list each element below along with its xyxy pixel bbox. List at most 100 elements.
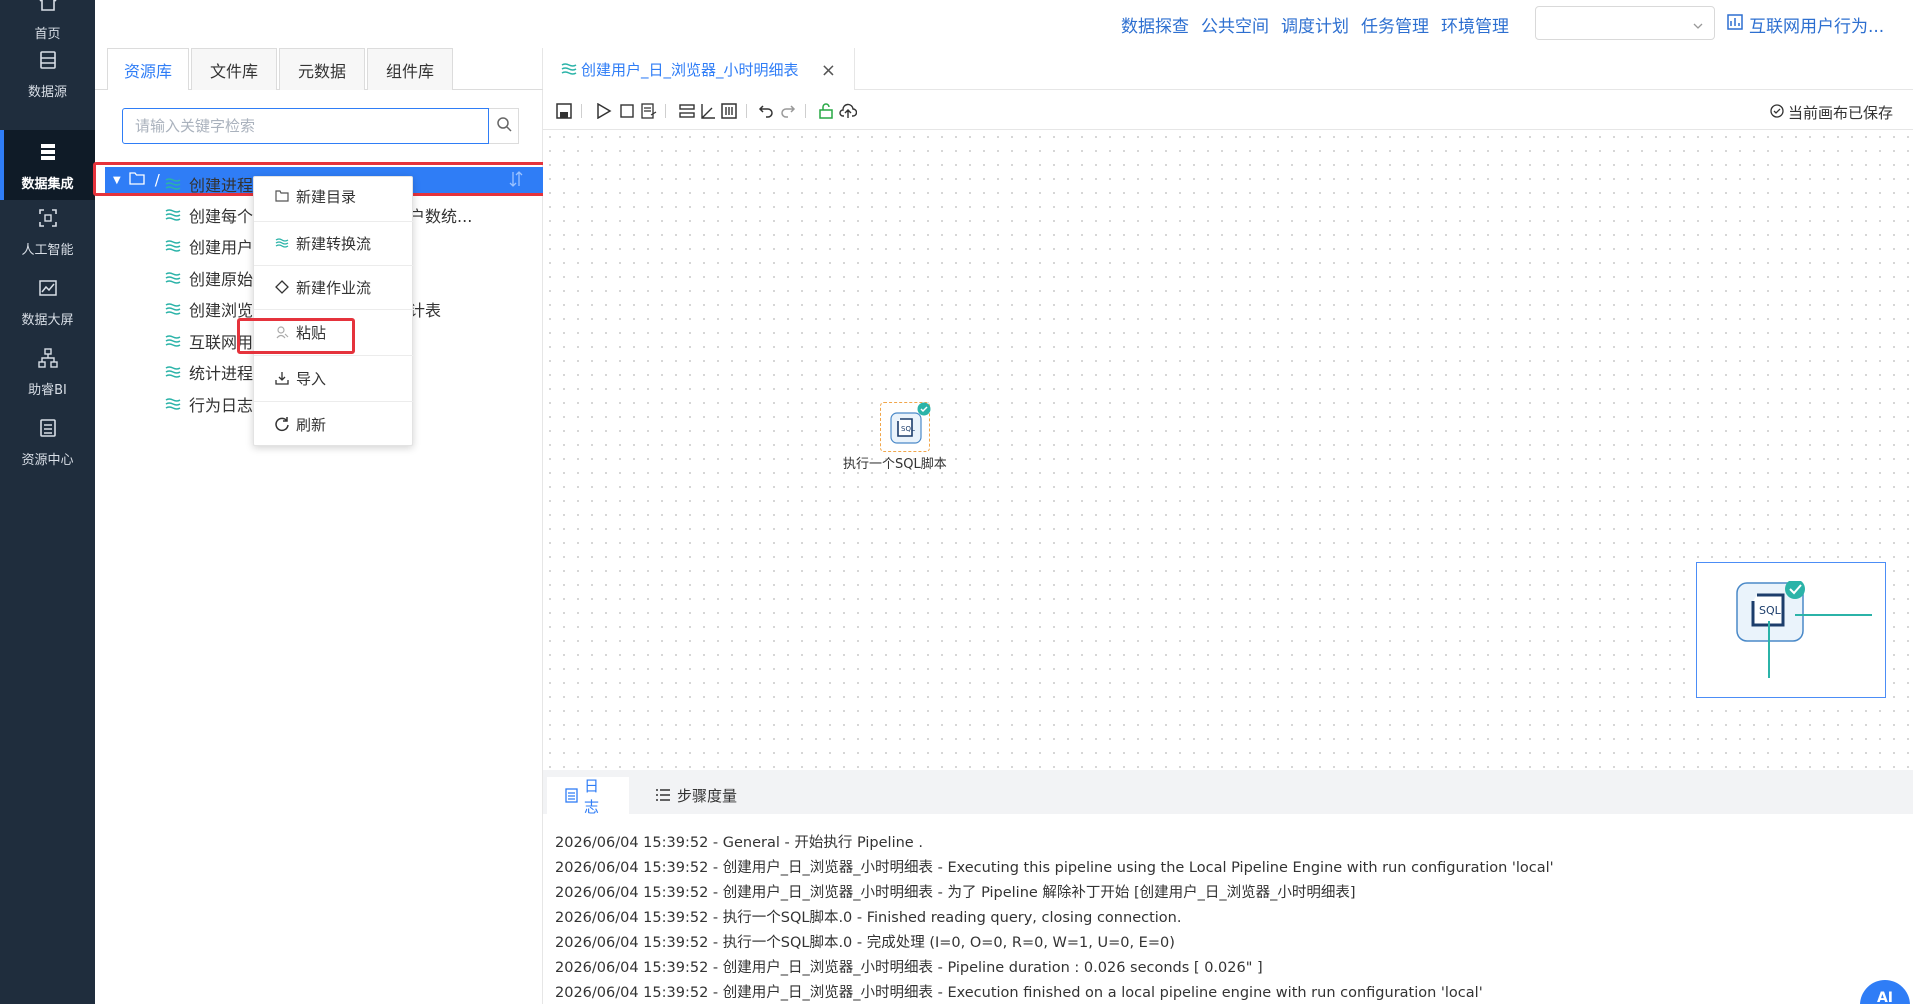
menu-item-label: 新建目录 (296, 187, 357, 206)
import-icon (274, 370, 290, 386)
save-icon[interactable] (555, 102, 573, 120)
pipeline-canvas[interactable]: SQL 执行一个SQL脚本 SQL (543, 130, 1913, 770)
close-icon[interactable]: × (821, 60, 836, 81)
menu-item-import[interactable]: 导入 (254, 363, 414, 393)
environment-select[interactable] (1535, 6, 1715, 40)
redo-icon[interactable] (779, 102, 797, 120)
log-line: 2026/06/04 15:39:52 - 创建用户_日_浏览器_小时明细表 -… (555, 860, 1554, 876)
database-icon (35, 47, 61, 73)
run-icon[interactable] (595, 102, 613, 120)
log-panel: 日志 步骤度量 2026/06/04 15:39:52 - General - … (543, 770, 1913, 1004)
tab-pipeline[interactable]: 创建用户_日_浏览器_小时明细表 × (543, 48, 855, 90)
log-line: 2026/06/04 15:39:52 - 执行一个SQL脚本.0 - 完成处理… (555, 935, 1175, 951)
lock-icon[interactable] (817, 102, 835, 120)
top-links: 数据探查 公共空间 调度计划 任务管理 环境管理 (1121, 12, 1509, 37)
menu-divider (254, 309, 414, 310)
align-icon[interactable] (678, 102, 696, 120)
top-link-data-explore[interactable]: 数据探查 (1121, 12, 1189, 37)
tree-item-label: 创建进程 (189, 176, 254, 195)
svg-text:SQL: SQL (1759, 604, 1782, 617)
stop-icon[interactable] (618, 102, 636, 120)
top-link-schedule[interactable]: 调度计划 (1281, 12, 1349, 37)
transform-flow-icon (165, 177, 181, 191)
tab-file-library[interactable]: 文件库 (191, 48, 277, 90)
nav-item-resource-center[interactable]: 资源中心 (0, 406, 95, 476)
check-circle-icon (1770, 103, 1784, 122)
sort-icon[interactable] (509, 170, 523, 192)
menu-item-label: 刷新 (296, 415, 327, 434)
nav-item-data-integration[interactable]: 数据集成 (0, 130, 95, 200)
transform-flow-icon (561, 62, 577, 76)
sql-script-node[interactable]: SQL (880, 401, 931, 452)
project-icon (1727, 14, 1743, 35)
log-line: 2026/06/04 15:39:52 - General - 开始执行 Pip… (555, 835, 923, 851)
list-icon (655, 788, 671, 803)
diamond-icon (274, 279, 290, 295)
resource-tabs: 资源库 文件库 元数据 组件库 (107, 48, 455, 90)
app-root: 首页 数据源 数据集成 人工智能 数据大屏 助睿BI 资源中心 数据探查 公共空… (0, 0, 1913, 1004)
tab-resource-library[interactable]: 资源库 (107, 48, 189, 90)
log-line: 2026/06/04 15:39:52 - 创建用户_日_浏览器_小时明细表 -… (555, 985, 1483, 1001)
minimap[interactable]: SQL (1696, 562, 1886, 698)
log-line: 2026/06/04 15:39:52 - 创建用户_日_浏览器_小时明细表 -… (555, 960, 1263, 976)
transform-flow-icon (165, 334, 181, 348)
left-nav: 首页 数据源 数据集成 人工智能 数据大屏 助睿BI 资源中心 (0, 0, 95, 1004)
nav-item-dashboard[interactable]: 数据大屏 (0, 266, 95, 336)
context-menu: 新建目录 新建转换流 新建作业流 粘贴 导入 刷新 (253, 176, 414, 446)
menu-item-label: 粘贴 (296, 323, 327, 342)
tab-step-metrics[interactable]: 步骤度量 (637, 777, 755, 814)
search-icon (496, 116, 512, 136)
tab-log[interactable]: 日志 (547, 776, 629, 816)
log-line: 2026/06/04 15:39:52 - 创建用户_日_浏览器_小时明细表 -… (555, 885, 1356, 901)
top-link-env-manage[interactable]: 环境管理 (1441, 12, 1509, 37)
nav-label: 助睿BI (28, 383, 67, 398)
preview-icon[interactable] (640, 102, 658, 120)
menu-item-new-job[interactable]: 新建作业流 (254, 272, 414, 302)
transform-flow-icon (165, 302, 181, 316)
search-button[interactable] (489, 108, 519, 144)
menu-item-label: 新建作业流 (296, 278, 372, 297)
log-line: 2026/06/04 15:39:52 - 执行一个SQL脚本.0 - Fini… (555, 910, 1182, 926)
tab-title: 创建用户_日_浏览器_小时明细表 (581, 60, 799, 79)
transform-flow-icon (165, 365, 181, 379)
top-link-task-manage[interactable]: 任务管理 (1361, 12, 1429, 37)
tab-metadata[interactable]: 元数据 (279, 48, 365, 90)
tree-root-label: / (154, 171, 160, 189)
transform-flow-icon (165, 239, 181, 253)
home-icon (35, 0, 61, 15)
tree-item-label: 创建浏览 (189, 301, 254, 320)
transform-flow-icon (165, 271, 181, 285)
nav-item-bi[interactable]: 助睿BI (0, 336, 95, 406)
server-icon (35, 139, 61, 165)
menu-item-refresh[interactable]: 刷新 (254, 409, 414, 439)
top-link-public-space[interactable]: 公共空间 (1201, 12, 1269, 37)
project-switcher[interactable]: 互联网用户行为... (1727, 12, 1884, 37)
nav-item-ai[interactable]: 人工智能 (0, 196, 95, 266)
menu-item-label: 导入 (296, 369, 327, 388)
menu-item-new-transform[interactable]: 新建转换流 (254, 228, 414, 258)
transform-flow-icon (165, 208, 181, 222)
svg-text:SQL: SQL (901, 425, 915, 433)
check-badge-icon (917, 401, 931, 420)
tab-component-library[interactable]: 组件库 (367, 48, 453, 90)
upload-cloud-icon[interactable] (839, 102, 857, 120)
tab-step-metrics-label: 步骤度量 (677, 787, 738, 805)
log-output: 2026/06/04 15:39:52 - General - 开始执行 Pip… (555, 831, 1913, 1004)
menu-item-paste[interactable]: 粘贴 (254, 317, 414, 347)
tab-log-label: 日志 (584, 776, 600, 816)
editor-area: 创建用户_日_浏览器_小时明细表 × 当前画布已保存 SQL 执行一个SQL脚本… (543, 48, 1913, 1004)
menu-divider (254, 265, 414, 266)
grid-icon[interactable] (720, 102, 738, 120)
menu-item-label: 新建转换流 (296, 234, 372, 253)
document-icon (35, 415, 61, 441)
menu-item-new-folder[interactable]: 新建目录 (254, 181, 414, 211)
undo-icon[interactable] (757, 102, 775, 120)
node-label: 执行一个SQL脚本 (843, 457, 947, 472)
chevron-down-icon (1692, 17, 1704, 36)
search-input[interactable] (122, 108, 489, 144)
nav-label: 数据集成 (21, 177, 74, 192)
refresh-icon (274, 416, 290, 432)
axis-icon[interactable] (699, 102, 717, 120)
nav-label: 资源中心 (21, 453, 74, 468)
nav-item-datasource[interactable]: 数据源 (0, 38, 95, 108)
